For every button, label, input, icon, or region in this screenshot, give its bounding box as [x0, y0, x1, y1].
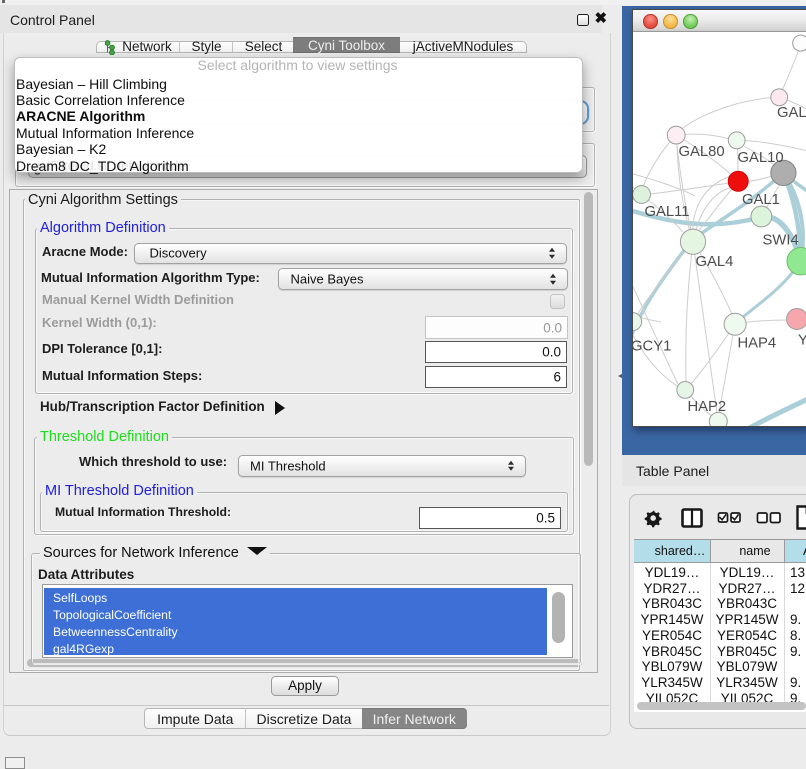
svg-text:GAL4: GAL4 — [696, 254, 734, 270]
svg-text:GAL: GAL — [777, 105, 806, 121]
svg-text:HAP4: HAP4 — [738, 336, 777, 352]
svg-text:HAP2: HAP2 — [688, 399, 727, 415]
svg-text:GAL1: GAL1 — [742, 192, 780, 208]
svg-text:GAL10: GAL10 — [738, 150, 784, 166]
svg-text:SWI4: SWI4 — [763, 233, 799, 249]
svg-text:GAL11: GAL11 — [645, 204, 690, 220]
svg-text:GAL80: GAL80 — [679, 144, 725, 160]
svg-text:Y: Y — [798, 333, 806, 349]
svg-text:GCY1: GCY1 — [633, 339, 671, 355]
